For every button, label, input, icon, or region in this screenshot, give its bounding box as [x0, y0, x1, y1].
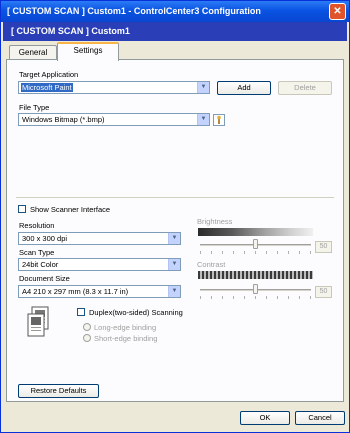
resolution-select[interactable]: 300 x 300 dpi ▼: [18, 232, 181, 245]
ok-button[interactable]: OK: [240, 411, 290, 425]
brightness-ticks: [200, 251, 311, 254]
target-application-label: Target Application: [19, 70, 79, 79]
chevron-down-icon[interactable]: ▼: [197, 114, 209, 125]
section-divider: [16, 197, 334, 198]
duplex-checkbox[interactable]: [77, 308, 85, 316]
short-edge-binding-radio: [83, 334, 91, 342]
dialog-window: [ CUSTOM SCAN ] Custom1 - ControlCenter3…: [0, 0, 350, 433]
close-button[interactable]: ✕: [329, 3, 346, 20]
contrast-preview-bar: [198, 271, 313, 279]
tab-general[interactable]: General: [9, 45, 57, 60]
file-type-select[interactable]: Windows Bitmap (*.bmp) ▼: [18, 113, 210, 126]
document-size-value: A4 210 x 297 mm (8.3 x 11.7 in): [22, 287, 129, 296]
target-application-select[interactable]: Microsoft Paint ▼: [18, 81, 210, 94]
chevron-down-icon[interactable]: ▼: [168, 233, 180, 244]
target-application-value: Microsoft Paint: [21, 83, 73, 92]
brightness-label: Brightness: [197, 217, 233, 226]
window-title: [ CUSTOM SCAN ] Custom1 - ControlCenter3…: [7, 6, 261, 16]
close-icon: ✕: [333, 6, 342, 17]
title-bar[interactable]: [ CUSTOM SCAN ] Custom1 - ControlCenter3…: [1, 1, 349, 22]
contrast-value-box: 50: [315, 286, 332, 298]
duplex-label: Duplex(two-sided) Scanning: [89, 308, 183, 317]
file-type-label: File Type: [19, 103, 50, 112]
document-size-select[interactable]: A4 210 x 297 mm (8.3 x 11.7 in) ▼: [18, 285, 181, 298]
scan-type-select[interactable]: 24bit Color ▼: [18, 258, 181, 271]
show-scanner-interface-label: Show Scanner Interface: [30, 205, 111, 214]
file-type-settings-button[interactable]: [213, 114, 225, 126]
scan-type-value: 24bit Color: [22, 260, 59, 269]
long-edge-binding-radio: [83, 323, 91, 331]
scan-type-label: Scan Type: [19, 248, 55, 257]
tab-settings[interactable]: Settings: [57, 42, 119, 61]
chevron-down-icon[interactable]: ▼: [168, 259, 180, 270]
brightness-preview-bar: [198, 228, 313, 236]
cancel-button[interactable]: Cancel: [295, 411, 345, 425]
brightness-slider-thumb: [252, 239, 258, 249]
contrast-slider-thumb: [252, 284, 258, 294]
add-button[interactable]: Add: [217, 81, 271, 95]
header-banner: [ CUSTOM SCAN ] Custom1: [3, 22, 347, 41]
brightness-value-box: 50: [315, 241, 332, 253]
file-type-value: Windows Bitmap (*.bmp): [22, 115, 105, 124]
show-scanner-interface-checkbox[interactable]: [18, 205, 26, 213]
settings-icon: [217, 115, 221, 124]
contrast-label: Contrast: [197, 260, 226, 269]
resolution-value: 300 x 300 dpi: [22, 234, 68, 243]
banner-title: [ CUSTOM SCAN ] Custom1: [11, 26, 130, 36]
chevron-down-icon[interactable]: ▼: [168, 286, 180, 297]
short-edge-binding-label: Short-edge binding: [94, 334, 158, 343]
contrast-ticks: [200, 296, 311, 299]
restore-defaults-button[interactable]: Restore Defaults: [18, 384, 99, 398]
delete-button: Delete: [278, 81, 332, 95]
resolution-label: Resolution: [19, 221, 55, 230]
long-edge-binding-label: Long-edge binding: [94, 323, 157, 332]
chevron-down-icon[interactable]: ▼: [197, 82, 209, 93]
document-icon: [27, 306, 49, 337]
document-size-label: Document Size: [19, 274, 70, 283]
